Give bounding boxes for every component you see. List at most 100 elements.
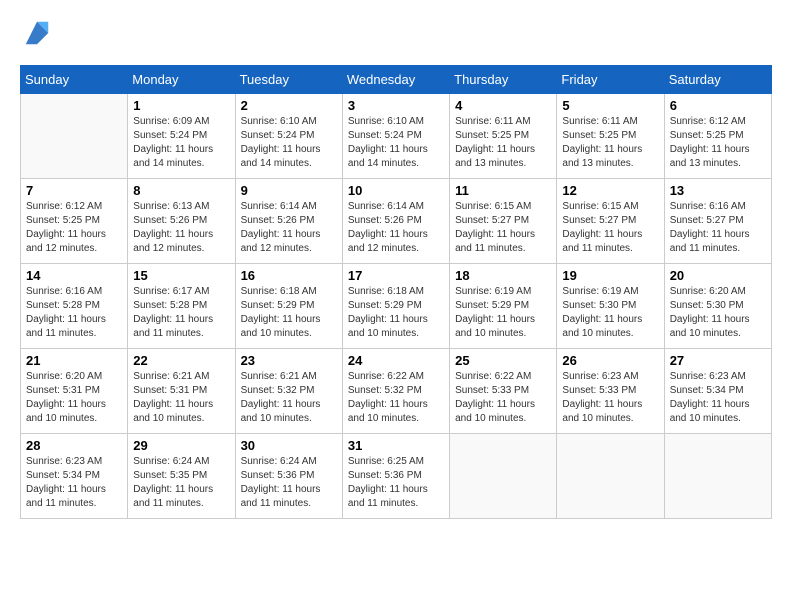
calendar-cell: 10 Sunrise: 6:14 AM Sunset: 5:26 PM Dayli… xyxy=(342,179,449,264)
cell-info: Sunrise: 6:24 AM Sunset: 5:36 PM Dayligh… xyxy=(241,455,337,511)
calendar-week-row: 21Sunrise: 6:20 AM Sunset: 5:31 PM Dayli… xyxy=(21,349,772,434)
calendar-cell: 25 Sunrise: 6:22 AM Sunset: 5:33 PM Dayli… xyxy=(450,349,557,434)
day-number: 4 xyxy=(455,98,551,113)
calendar-cell: 23Sunrise: 6:21 AM Sunset: 5:32 PM Dayli… xyxy=(235,349,342,434)
calendar-cell: 30 Sunrise: 6:24 AM Sunset: 5:36 PM Dayli… xyxy=(235,434,342,519)
day-number: 26 xyxy=(562,353,658,368)
cell-info: Sunrise: 6:13 AM Sunset: 5:26 PM Dayligh… xyxy=(133,200,229,256)
calendar-cell: 1 Sunrise: 6:09 AM Sunset: 5:24 PM Daylig… xyxy=(128,94,235,179)
calendar-cell: 14Sunrise: 6:16 AM Sunset: 5:28 PM Dayli… xyxy=(21,264,128,349)
cell-info: Sunrise: 6:23 AM Sunset: 5:34 PM Dayligh… xyxy=(670,370,766,426)
cell-info: Sunrise: 6:09 AM Sunset: 5:24 PM Dayligh… xyxy=(133,115,229,171)
day-number: 13 xyxy=(670,183,766,198)
day-number: 22 xyxy=(133,353,229,368)
cell-info: Sunrise: 6:23 AM Sunset: 5:33 PM Dayligh… xyxy=(562,370,658,426)
cell-info: Sunrise: 6:18 AM Sunset: 5:29 PM Dayligh… xyxy=(241,285,337,341)
day-number: 21 xyxy=(26,353,122,368)
cell-info: Sunrise: 6:19 AM Sunset: 5:30 PM Dayligh… xyxy=(562,285,658,341)
cell-info: Sunrise: 6:25 AM Sunset: 5:36 PM Dayligh… xyxy=(348,455,444,511)
calendar-cell: 15 Sunrise: 6:17 AM Sunset: 5:28 PM Dayli… xyxy=(128,264,235,349)
weekday-header-row: SundayMondayTuesdayWednesdayThursdayFrid… xyxy=(21,66,772,94)
calendar-cell: 6Sunrise: 6:12 AM Sunset: 5:25 PM Daylig… xyxy=(664,94,771,179)
calendar-cell: 3Sunrise: 6:10 AM Sunset: 5:24 PM Daylig… xyxy=(342,94,449,179)
cell-info: Sunrise: 6:14 AM Sunset: 5:26 PM Dayligh… xyxy=(348,200,444,256)
cell-info: Sunrise: 6:15 AM Sunset: 5:27 PM Dayligh… xyxy=(455,200,551,256)
day-number: 23 xyxy=(241,353,337,368)
calendar-cell xyxy=(21,94,128,179)
day-number: 25 xyxy=(455,353,551,368)
cell-info: Sunrise: 6:11 AM Sunset: 5:25 PM Dayligh… xyxy=(455,115,551,171)
calendar-cell xyxy=(664,434,771,519)
calendar-cell: 17Sunrise: 6:18 AM Sunset: 5:29 PM Dayli… xyxy=(342,264,449,349)
cell-info: Sunrise: 6:10 AM Sunset: 5:24 PM Dayligh… xyxy=(348,115,444,171)
day-number: 19 xyxy=(562,268,658,283)
day-number: 29 xyxy=(133,438,229,453)
calendar-cell: 26 Sunrise: 6:23 AM Sunset: 5:33 PM Dayli… xyxy=(557,349,664,434)
cell-info: Sunrise: 6:21 AM Sunset: 5:31 PM Dayligh… xyxy=(133,370,229,426)
page-header xyxy=(20,20,772,55)
day-number: 24 xyxy=(348,353,444,368)
day-number: 18 xyxy=(455,268,551,283)
calendar-week-row: 14Sunrise: 6:16 AM Sunset: 5:28 PM Dayli… xyxy=(21,264,772,349)
day-number: 30 xyxy=(241,438,337,453)
day-number: 10 xyxy=(348,183,444,198)
calendar-cell: 27 Sunrise: 6:23 AM Sunset: 5:34 PM Dayli… xyxy=(664,349,771,434)
day-number: 2 xyxy=(241,98,337,113)
cell-info: Sunrise: 6:24 AM Sunset: 5:35 PM Dayligh… xyxy=(133,455,229,511)
day-number: 12 xyxy=(562,183,658,198)
day-number: 20 xyxy=(670,268,766,283)
calendar-cell: 13 Sunrise: 6:16 AM Sunset: 5:27 PM Dayli… xyxy=(664,179,771,264)
weekday-header-monday: Monday xyxy=(128,66,235,94)
calendar-cell: 8 Sunrise: 6:13 AM Sunset: 5:26 PM Daylig… xyxy=(128,179,235,264)
calendar-cell: 12 Sunrise: 6:15 AM Sunset: 5:27 PM Dayli… xyxy=(557,179,664,264)
logo xyxy=(20,20,52,55)
calendar-cell: 7 Sunrise: 6:12 AM Sunset: 5:25 PM Daylig… xyxy=(21,179,128,264)
weekday-header-saturday: Saturday xyxy=(664,66,771,94)
day-number: 6 xyxy=(670,98,766,113)
calendar-cell: 28Sunrise: 6:23 AM Sunset: 5:34 PM Dayli… xyxy=(21,434,128,519)
day-number: 11 xyxy=(455,183,551,198)
cell-info: Sunrise: 6:16 AM Sunset: 5:28 PM Dayligh… xyxy=(26,285,122,341)
cell-info: Sunrise: 6:18 AM Sunset: 5:29 PM Dayligh… xyxy=(348,285,444,341)
day-number: 1 xyxy=(133,98,229,113)
logo-icon xyxy=(22,18,52,48)
cell-info: Sunrise: 6:20 AM Sunset: 5:30 PM Dayligh… xyxy=(670,285,766,341)
calendar-cell: 19 Sunrise: 6:19 AM Sunset: 5:30 PM Dayli… xyxy=(557,264,664,349)
calendar-table: SundayMondayTuesdayWednesdayThursdayFrid… xyxy=(20,65,772,519)
day-number: 8 xyxy=(133,183,229,198)
weekday-header-wednesday: Wednesday xyxy=(342,66,449,94)
cell-info: Sunrise: 6:19 AM Sunset: 5:29 PM Dayligh… xyxy=(455,285,551,341)
day-number: 5 xyxy=(562,98,658,113)
cell-info: Sunrise: 6:10 AM Sunset: 5:24 PM Dayligh… xyxy=(241,115,337,171)
weekday-header-friday: Friday xyxy=(557,66,664,94)
cell-info: Sunrise: 6:16 AM Sunset: 5:27 PM Dayligh… xyxy=(670,200,766,256)
cell-info: Sunrise: 6:11 AM Sunset: 5:25 PM Dayligh… xyxy=(562,115,658,171)
day-number: 31 xyxy=(348,438,444,453)
calendar-cell xyxy=(557,434,664,519)
cell-info: Sunrise: 6:15 AM Sunset: 5:27 PM Dayligh… xyxy=(562,200,658,256)
calendar-cell: 16 Sunrise: 6:18 AM Sunset: 5:29 PM Dayli… xyxy=(235,264,342,349)
cell-info: Sunrise: 6:12 AM Sunset: 5:25 PM Dayligh… xyxy=(26,200,122,256)
weekday-header-tuesday: Tuesday xyxy=(235,66,342,94)
cell-info: Sunrise: 6:17 AM Sunset: 5:28 PM Dayligh… xyxy=(133,285,229,341)
cell-info: Sunrise: 6:23 AM Sunset: 5:34 PM Dayligh… xyxy=(26,455,122,511)
day-number: 7 xyxy=(26,183,122,198)
calendar-cell: 5 Sunrise: 6:11 AM Sunset: 5:25 PM Daylig… xyxy=(557,94,664,179)
cell-info: Sunrise: 6:22 AM Sunset: 5:32 PM Dayligh… xyxy=(348,370,444,426)
calendar-cell: 4 Sunrise: 6:11 AM Sunset: 5:25 PM Daylig… xyxy=(450,94,557,179)
day-number: 27 xyxy=(670,353,766,368)
calendar-cell: 29 Sunrise: 6:24 AM Sunset: 5:35 PM Dayli… xyxy=(128,434,235,519)
calendar-cell: 22 Sunrise: 6:21 AM Sunset: 5:31 PM Dayli… xyxy=(128,349,235,434)
weekday-header-thursday: Thursday xyxy=(450,66,557,94)
calendar-cell: 18 Sunrise: 6:19 AM Sunset: 5:29 PM Dayli… xyxy=(450,264,557,349)
calendar-cell xyxy=(450,434,557,519)
cell-info: Sunrise: 6:22 AM Sunset: 5:33 PM Dayligh… xyxy=(455,370,551,426)
calendar-week-row: 1 Sunrise: 6:09 AM Sunset: 5:24 PM Daylig… xyxy=(21,94,772,179)
cell-info: Sunrise: 6:14 AM Sunset: 5:26 PM Dayligh… xyxy=(241,200,337,256)
calendar-week-row: 28Sunrise: 6:23 AM Sunset: 5:34 PM Dayli… xyxy=(21,434,772,519)
calendar-cell: 24 Sunrise: 6:22 AM Sunset: 5:32 PM Dayli… xyxy=(342,349,449,434)
calendar-week-row: 7 Sunrise: 6:12 AM Sunset: 5:25 PM Daylig… xyxy=(21,179,772,264)
calendar-cell: 31 Sunrise: 6:25 AM Sunset: 5:36 PM Dayli… xyxy=(342,434,449,519)
day-number: 15 xyxy=(133,268,229,283)
day-number: 16 xyxy=(241,268,337,283)
